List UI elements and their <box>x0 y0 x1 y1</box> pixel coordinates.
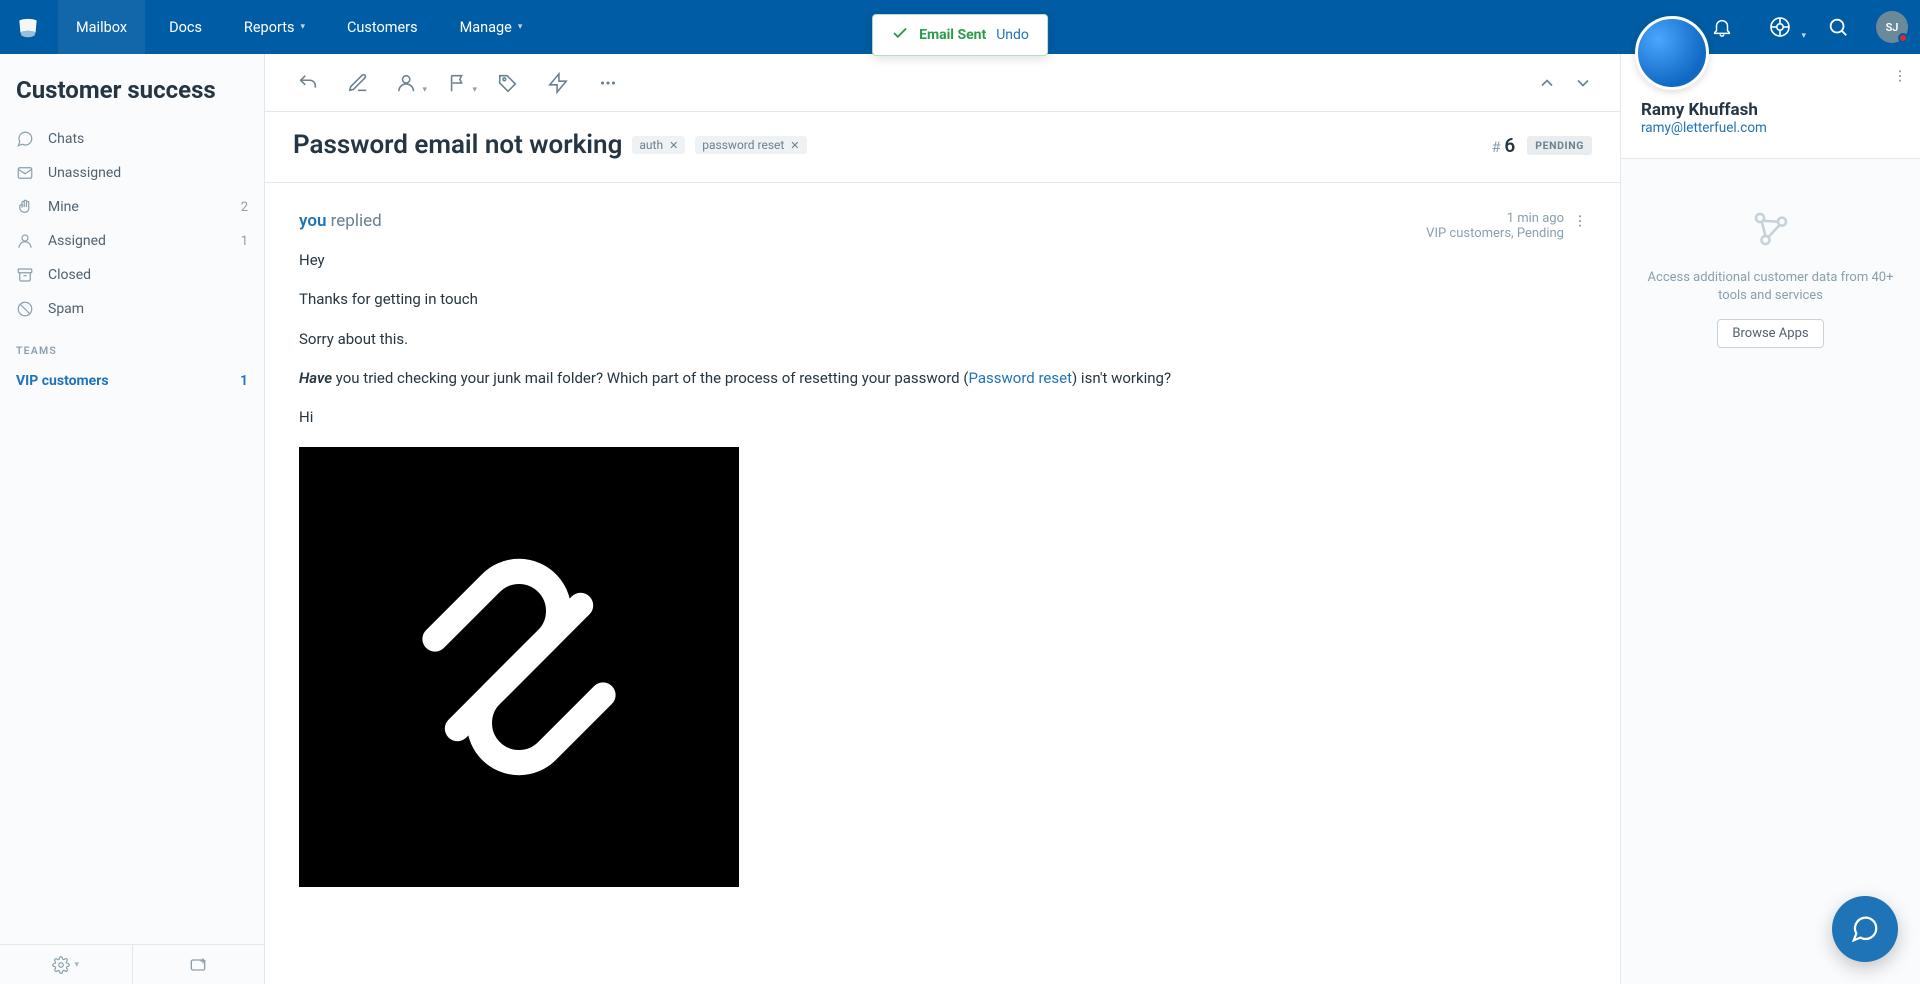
chevron-down-icon: ▾ <box>300 22 305 32</box>
chevron-down-icon: ▾ <box>74 960 79 970</box>
customer-avatar[interactable] <box>1635 16 1709 90</box>
mail-icon <box>16 164 34 182</box>
search-icon[interactable] <box>1818 7 1858 47</box>
status-button[interactable]: ▾ <box>435 63 481 103</box>
team-vip-customers[interactable]: VIP customers 1 <box>0 365 264 397</box>
reply-button[interactable] <box>285 63 331 103</box>
message-meta: 1 min ago VIP customers, Pending <box>1426 211 1564 241</box>
message-from: you replied <box>299 211 382 231</box>
user-avatar[interactable]: SJ <box>1876 11 1908 43</box>
folder-chats[interactable]: Chats <box>6 122 258 156</box>
archive-icon <box>16 266 34 284</box>
sidebar-settings[interactable]: ▾ <box>0 945 133 984</box>
sidebar: Customer success Chats Unassigned Mine2 … <box>0 54 265 984</box>
sidebar-new[interactable] <box>133 945 265 984</box>
nav-customers[interactable]: Customers <box>329 0 436 54</box>
prev-convo[interactable] <box>1530 66 1564 100</box>
folder-unassigned[interactable]: Unassigned <box>6 156 258 190</box>
browse-apps-button[interactable]: Browse Apps <box>1717 319 1823 348</box>
email-sent-toast: Email Sent Undo <box>872 14 1048 56</box>
block-icon <box>16 300 34 318</box>
password-reset-link[interactable]: Password reset <box>969 369 1072 387</box>
nav-reports[interactable]: Reports▾ <box>226 0 323 54</box>
message-more[interactable] <box>1570 213 1590 229</box>
folder-assigned[interactable]: Assigned1 <box>6 224 258 258</box>
customer-name: Ramy Khuffash <box>1641 100 1900 120</box>
message-body: Hey Thanks for getting in touch Sorry ab… <box>299 249 1586 887</box>
convo-number: # 6 <box>1491 134 1515 157</box>
tag-password-reset[interactable]: password reset✕ <box>695 136 806 154</box>
chevron-down-icon: ▾ <box>422 85 427 95</box>
customer-panel: Ramy Khuffash ramy@letterfuel.com Access… <box>1620 54 1920 984</box>
nav-docs[interactable]: Docs <box>151 0 220 54</box>
folder-mine[interactable]: Mine2 <box>6 190 258 224</box>
status-pill: PENDING <box>1527 136 1592 155</box>
chevron-down-icon: ▾ <box>472 85 477 95</box>
nav-mailbox[interactable]: Mailbox <box>58 0 145 54</box>
conversation-toolbar: ▾ ▾ <box>265 54 1620 112</box>
mailbox-title: Customer success <box>0 54 264 122</box>
thread: you replied 1 min ago VIP customers, Pen… <box>265 183 1620 984</box>
notifications-icon[interactable] <box>1702 7 1742 47</box>
conversation-pane: ▾ ▾ Password email not working auth✕ pas… <box>265 54 1620 984</box>
subject-title: Password email not working <box>293 130 622 160</box>
note-button[interactable] <box>335 63 381 103</box>
customer-card: Ramy Khuffash ramy@letterfuel.com <box>1621 54 1920 159</box>
nav-manage[interactable]: Manage▾ <box>442 0 541 54</box>
toast-text: Email Sent <box>919 27 986 43</box>
customer-email[interactable]: ramy@letterfuel.com <box>1641 120 1900 136</box>
app-logo[interactable] <box>12 11 44 43</box>
apps-text: Access additional customer data from 40+… <box>1645 269 1896 305</box>
undo-link[interactable]: Undo <box>996 27 1029 43</box>
apps-promo: Access additional customer data from 40+… <box>1621 159 1920 396</box>
status-dot <box>1898 33 1908 43</box>
user-icon <box>16 232 34 250</box>
chat-icon <box>16 130 34 148</box>
hand-icon <box>16 198 34 216</box>
more-button[interactable] <box>585 63 631 103</box>
workflow-button[interactable] <box>535 63 581 103</box>
teams-label: TEAMS <box>0 326 264 365</box>
help-icon[interactable]: ▾ <box>1760 7 1800 47</box>
message-attachment <box>299 447 739 887</box>
folder-closed[interactable]: Closed <box>6 258 258 292</box>
subject-bar: Password email not working auth✕ passwor… <box>265 112 1620 183</box>
chevron-down-icon: ▾ <box>518 22 523 32</box>
network-icon <box>1749 207 1793 255</box>
close-icon[interactable]: ✕ <box>669 139 678 152</box>
tag-auth[interactable]: auth✕ <box>632 136 685 154</box>
tag-button[interactable] <box>485 63 531 103</box>
next-convo[interactable] <box>1566 66 1600 100</box>
customer-more[interactable] <box>1890 68 1910 84</box>
chat-fab[interactable] <box>1832 896 1898 962</box>
chevron-down-icon: ▾ <box>1801 31 1806 41</box>
check-icon <box>891 24 909 46</box>
folder-spam[interactable]: Spam <box>6 292 258 326</box>
close-icon[interactable]: ✕ <box>790 139 799 152</box>
assign-button[interactable]: ▾ <box>385 63 431 103</box>
